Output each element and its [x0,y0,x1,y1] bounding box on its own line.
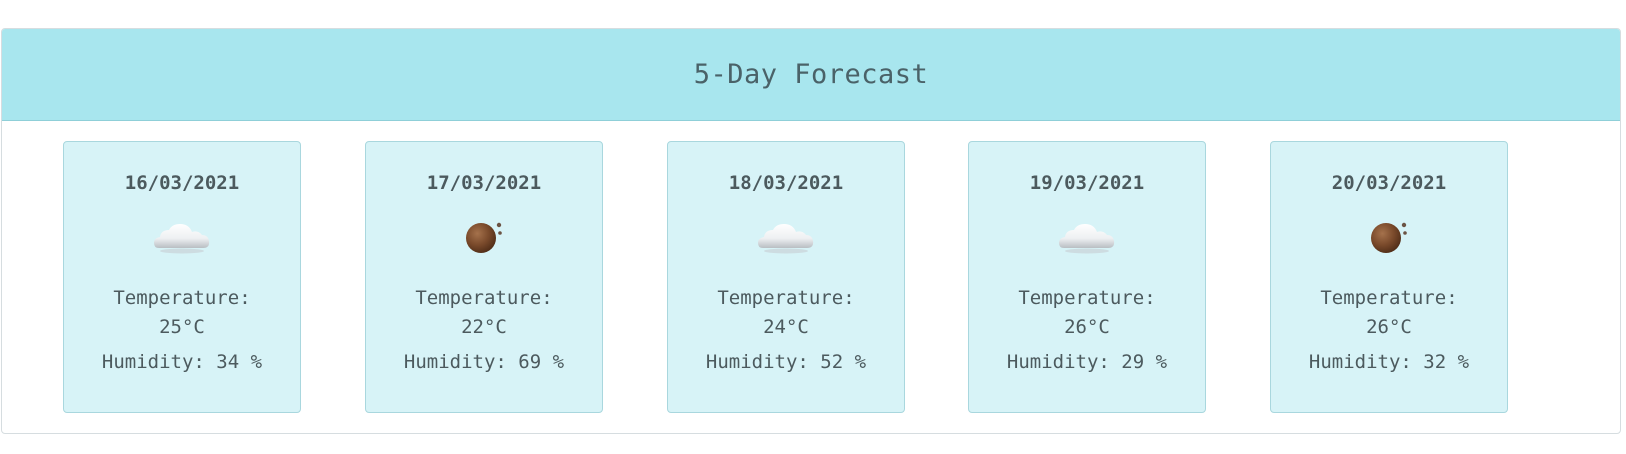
page-title: 5-Day Forecast [693,59,929,90]
forecast-date: 19/03/2021 [1029,172,1145,194]
cloud-icon [758,224,814,254]
cloud-icon [1059,224,1115,254]
moon-icon [1371,222,1407,253]
forecast-cards: 16/03/2021 Temperature: 25°C Humidity: 3… [2,121,1620,433]
forecast-date: 20/03/2021 [1331,172,1447,194]
temperature-label: Temperature: [415,287,553,309]
forecast-card-5: 20/03/2021 Temperature: 26°C Humidity: 3… [1270,141,1508,413]
temperature-label: Temperature: [113,287,251,309]
forecast-header: 5-Day Forecast [2,29,1620,121]
humidity-value: Humidity: 29 % [1006,351,1168,373]
forecast-date: 17/03/2021 [426,172,542,194]
forecast-date: 16/03/2021 [124,172,240,194]
forecast-panel: 5-Day Forecast 16/03/2021 Temperature: 2… [1,28,1621,434]
moon-icon [466,222,502,253]
humidity-value: Humidity: 32 % [1308,351,1470,373]
forecast-card-2: 17/03/2021 Temperature: 22°C Humidity: 6… [365,141,603,413]
temperature-value: 26°C [1064,316,1110,338]
cloud-icon [154,224,210,254]
temperature-value: 25°C [159,316,205,338]
temperature-value: 26°C [1366,316,1412,338]
humidity-value: Humidity: 69 % [403,351,565,373]
temperature-value: 24°C [763,316,809,338]
forecast-card-4: 19/03/2021 Temperature: 26°C Humidity: 2… [968,141,1206,413]
humidity-value: Humidity: 34 % [101,351,263,373]
forecast-card-1: 16/03/2021 Temperature: 25°C Humidity: 3… [63,141,301,413]
temperature-value: 22°C [461,316,507,338]
temperature-label: Temperature: [717,287,855,309]
forecast-date: 18/03/2021 [728,172,844,194]
temperature-label: Temperature: [1320,287,1458,309]
forecast-card-3: 18/03/2021 Temperature: 24°C Humidity: 5… [667,141,905,413]
humidity-value: Humidity: 52 % [705,351,867,373]
temperature-label: Temperature: [1018,287,1156,309]
